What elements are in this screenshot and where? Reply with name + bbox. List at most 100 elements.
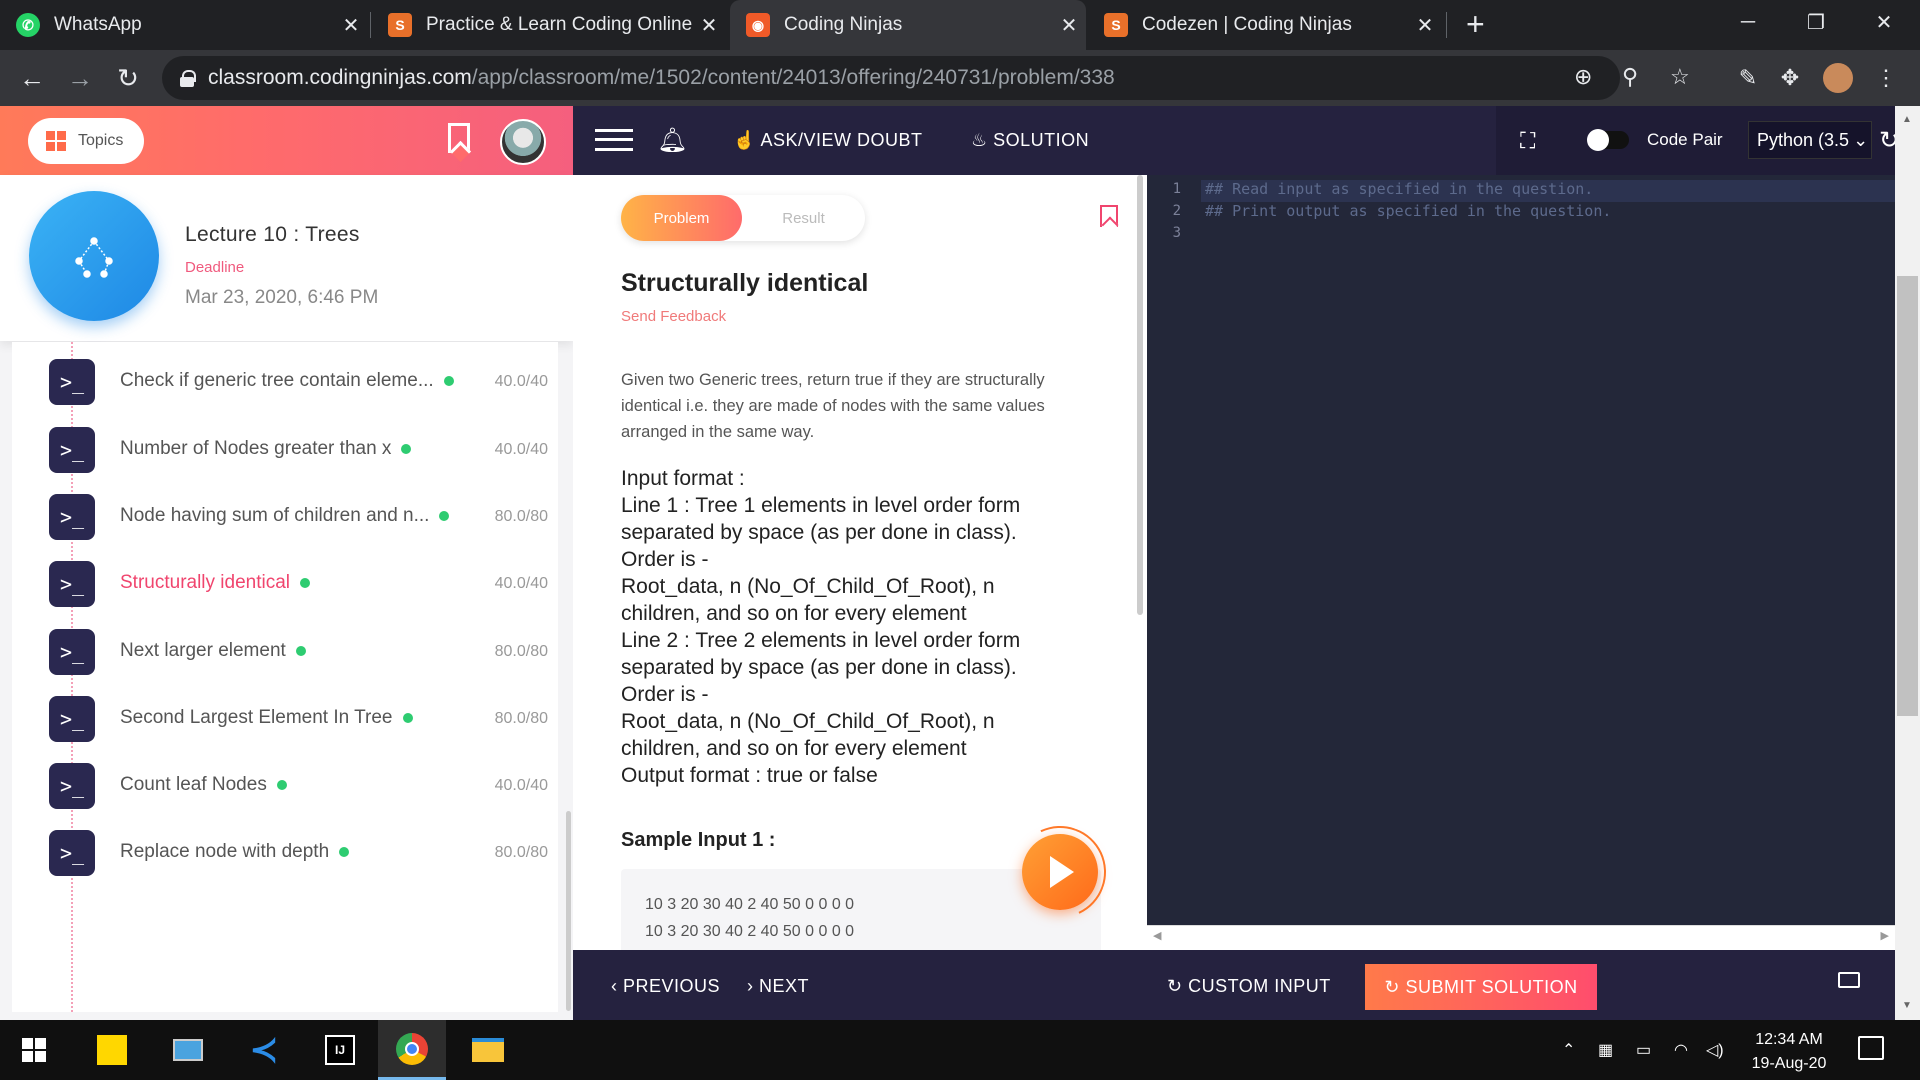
- close-window-icon[interactable]: ✕: [1852, 0, 1916, 44]
- bookmark-icon[interactable]: [448, 123, 470, 153]
- close-tab-icon[interactable]: ✕: [1052, 13, 1086, 38]
- page-vertical-scrollbar[interactable]: ▲ ▼: [1895, 106, 1920, 1020]
- problem-format: Input format : Line 1 : Tree 1 elements …: [621, 467, 1021, 787]
- problem-name: Node having sum of children and n...: [120, 505, 450, 527]
- status-dot: [443, 375, 454, 386]
- browser-tab-whatsapp[interactable]: ✆ WhatsApp ✕: [0, 0, 368, 50]
- minimize-icon[interactable]: ─: [1716, 0, 1780, 44]
- sidebar-scrollbar[interactable]: [566, 811, 571, 1011]
- chevron-up-icon[interactable]: ⌃: [1562, 1040, 1575, 1060]
- zoom-out-icon[interactable]: ⚲: [1622, 64, 1638, 90]
- code-pair-toggle[interactable]: [1587, 129, 1629, 151]
- scroll-down-icon[interactable]: ▼: [1902, 1000, 1912, 1011]
- keyboard-icon[interactable]: [1838, 972, 1860, 988]
- terminal-icon: >_: [49, 359, 95, 405]
- forward-icon[interactable]: →: [62, 60, 98, 96]
- status-dot: [276, 779, 287, 790]
- browser-toolbar: ← → ↻ classroom.codingninjas.com/app/cla…: [0, 50, 1920, 106]
- fullscreen-icon[interactable]: ⛶: [1520, 128, 1535, 154]
- scroll-left-icon[interactable]: ◀: [1153, 929, 1161, 942]
- scroll-up-icon[interactable]: ▲: [1902, 114, 1912, 125]
- problem-scrollbar[interactable]: [1137, 175, 1143, 615]
- extension-pen-icon[interactable]: ✎: [1730, 60, 1766, 96]
- browser-tab-practice[interactable]: S Practice & Learn Coding Online a ✕: [372, 0, 726, 50]
- terminal-icon: >_: [49, 830, 95, 876]
- solution-link[interactable]: ♨ SOLUTION: [971, 130, 1089, 151]
- back-icon[interactable]: ←: [14, 60, 50, 96]
- scroll-right-icon[interactable]: ▶: [1881, 929, 1889, 942]
- play-video-button[interactable]: [1022, 834, 1098, 910]
- sticky-notes-icon[interactable]: [78, 1020, 146, 1080]
- install-icon[interactable]: ⊕: [1574, 64, 1592, 90]
- browser-tab-coding-ninjas[interactable]: ◉ Coding Ninjas ✕: [730, 0, 1086, 50]
- lecture-title: Lecture 10 : Trees: [185, 223, 360, 246]
- editor-horizontal-scrollbar[interactable]: ◀ ▶: [1147, 925, 1895, 947]
- problem-score: 40.0/40: [494, 777, 548, 794]
- submit-solution-button[interactable]: ↻ SUBMIT SOLUTION: [1365, 964, 1597, 1010]
- list-item[interactable]: >_ Replace node with depth 80.0/80: [12, 813, 558, 895]
- send-feedback-link[interactable]: Send Feedback: [621, 308, 726, 325]
- vscode-icon[interactable]: ≺: [230, 1020, 298, 1080]
- chrome-icon[interactable]: [378, 1020, 446, 1080]
- restore-icon[interactable]: ❐: [1784, 0, 1848, 44]
- close-tab-icon[interactable]: ✕: [1408, 13, 1442, 38]
- custom-input-icon: ↻: [1167, 976, 1183, 996]
- tab-title: Practice & Learn Coding Online a: [426, 14, 692, 35]
- clock[interactable]: 12:34 AM 19-Aug-20: [1734, 1028, 1844, 1076]
- user-avatar[interactable]: [500, 119, 546, 165]
- ask-doubt-link[interactable]: ☝ ASK/VIEW DOUBT: [733, 130, 922, 151]
- file-explorer-icon[interactable]: [454, 1020, 522, 1080]
- next-button[interactable]: › NEXT: [747, 976, 809, 997]
- address-bar[interactable]: classroom.codingninjas.com/app/classroom…: [162, 56, 1690, 100]
- coding-ninjas-favicon-icon: ◉: [746, 13, 770, 37]
- line-number: 3: [1172, 225, 1181, 241]
- tab-separator: [370, 12, 371, 38]
- status-dot: [300, 577, 311, 588]
- intellij-icon[interactable]: IJ: [306, 1020, 374, 1080]
- bell-icon[interactable]: 🔔︎: [657, 126, 687, 155]
- bookmark-icon[interactable]: [1100, 205, 1118, 227]
- battery-icon[interactable]: ▭: [1636, 1040, 1651, 1060]
- code-pair-label: Code Pair: [1647, 130, 1723, 149]
- status-dot: [439, 510, 450, 521]
- custom-input-button[interactable]: ↻ CUSTOM INPUT: [1167, 976, 1331, 997]
- new-tab-icon[interactable]: +: [1466, 6, 1485, 43]
- language-select[interactable]: Python (3.5 ⌄: [1748, 121, 1872, 159]
- windows-start-icon[interactable]: [0, 1020, 68, 1080]
- lock-icon: [180, 70, 196, 87]
- bookmark-star-icon[interactable]: ☆: [1670, 64, 1690, 90]
- this-pc-icon[interactable]: [154, 1020, 222, 1080]
- tab-result[interactable]: Result: [742, 195, 865, 241]
- problem-name: Second Largest Element In Tree: [120, 707, 413, 729]
- status-dot: [401, 443, 412, 454]
- scrollbar-thumb[interactable]: [1897, 276, 1918, 716]
- notification-center-icon[interactable]: [1858, 1036, 1884, 1060]
- problem-score: 40.0/40: [494, 575, 548, 592]
- sidebar-header: Topics: [0, 106, 573, 175]
- close-tab-icon[interactable]: ✕: [334, 13, 368, 38]
- wifi-icon[interactable]: ◠: [1674, 1040, 1688, 1060]
- code-line: ## Print output as specified in the ques…: [1205, 202, 1612, 220]
- whatsapp-icon: ✆: [16, 13, 40, 37]
- network-adapter-icon[interactable]: ▦: [1598, 1040, 1613, 1060]
- problem-description: Given two Generic trees, return true if …: [621, 371, 1045, 441]
- chevron-down-icon: ⌄: [1853, 129, 1869, 150]
- menu-kebab-icon[interactable]: ⋮: [1868, 60, 1904, 96]
- extensions-puzzle-icon[interactable]: ✥: [1772, 60, 1808, 96]
- terminal-icon: >_: [49, 561, 95, 607]
- code-editor[interactable]: 1 2 3 ## Read input as specified in the …: [1147, 175, 1895, 925]
- reload-icon[interactable]: ↻: [110, 60, 146, 96]
- browser-tab-codezen[interactable]: S Codezen | Coding Ninjas ✕: [1088, 0, 1442, 50]
- close-tab-icon[interactable]: ✕: [692, 13, 726, 38]
- tab-problem[interactable]: Problem: [621, 195, 742, 241]
- previous-button[interactable]: ‹ PREVIOUS: [611, 976, 720, 997]
- lecture-card: Lecture 10 : Trees Deadline Mar 23, 2020…: [0, 175, 573, 341]
- topics-button[interactable]: Topics: [28, 118, 144, 164]
- profile-avatar[interactable]: [1820, 60, 1856, 96]
- volume-icon[interactable]: ◁): [1706, 1040, 1724, 1060]
- problem-score: 40.0/40: [494, 441, 548, 458]
- solution-icon: ♨: [971, 130, 988, 150]
- hamburger-menu-icon[interactable]: [595, 129, 633, 151]
- line-number: 1: [1172, 181, 1181, 197]
- problem-name: Replace node with depth: [120, 841, 350, 863]
